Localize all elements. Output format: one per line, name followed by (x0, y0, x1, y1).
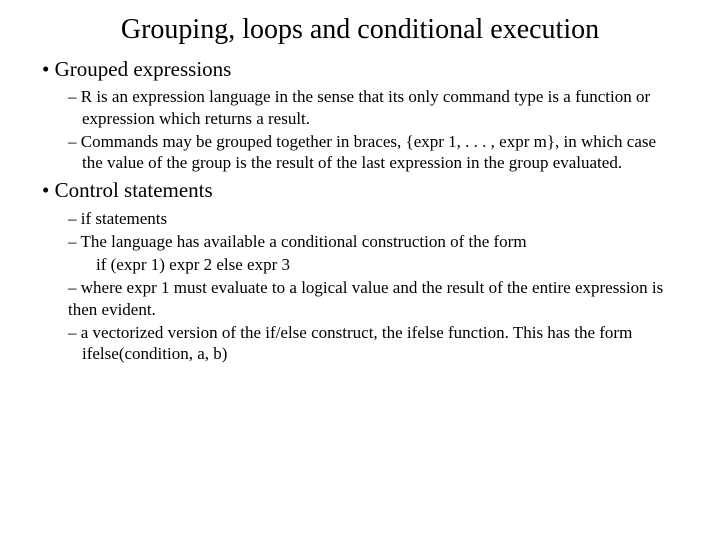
sub-bullet: The language has available a conditional… (40, 231, 680, 252)
code-line: if (expr 1) expr 2 else expr 3 (40, 254, 680, 275)
sub-bullet-text: where expr 1 must evaluate to a logical … (68, 278, 663, 318)
bullet-label: Control statements (55, 178, 213, 202)
slide: Grouping, loops and conditional executio… (0, 0, 720, 540)
sub-bullet-text: if statements (81, 209, 167, 228)
sub-bullet-text: Commands may be grouped together in brac… (81, 132, 656, 172)
sub-bullet: R is an expression language in the sense… (40, 86, 680, 129)
sub-bullet: Commands may be grouped together in brac… (40, 131, 680, 174)
sub-bullet-text: a vectorized version of the if/else cons… (81, 323, 633, 363)
sub-bullet-text: R is an expression language in the sense… (81, 87, 650, 127)
sub-bullet-text: The language has available a conditional… (80, 232, 526, 251)
slide-title: Grouping, loops and conditional executio… (40, 14, 680, 46)
bullet-grouped-expressions: Grouped expressions (40, 56, 680, 82)
sub-bullet: if statements (40, 208, 680, 229)
bullet-label: Grouped expressions (55, 57, 232, 81)
sub-bullet: a vectorized version of the if/else cons… (40, 322, 680, 365)
sub-bullet-continuation: where expr 1 must evaluate to a logical … (40, 277, 680, 320)
bullet-control-statements: Control statements (40, 177, 680, 203)
code-text: if (expr 1) expr 2 else expr 3 (96, 255, 290, 274)
